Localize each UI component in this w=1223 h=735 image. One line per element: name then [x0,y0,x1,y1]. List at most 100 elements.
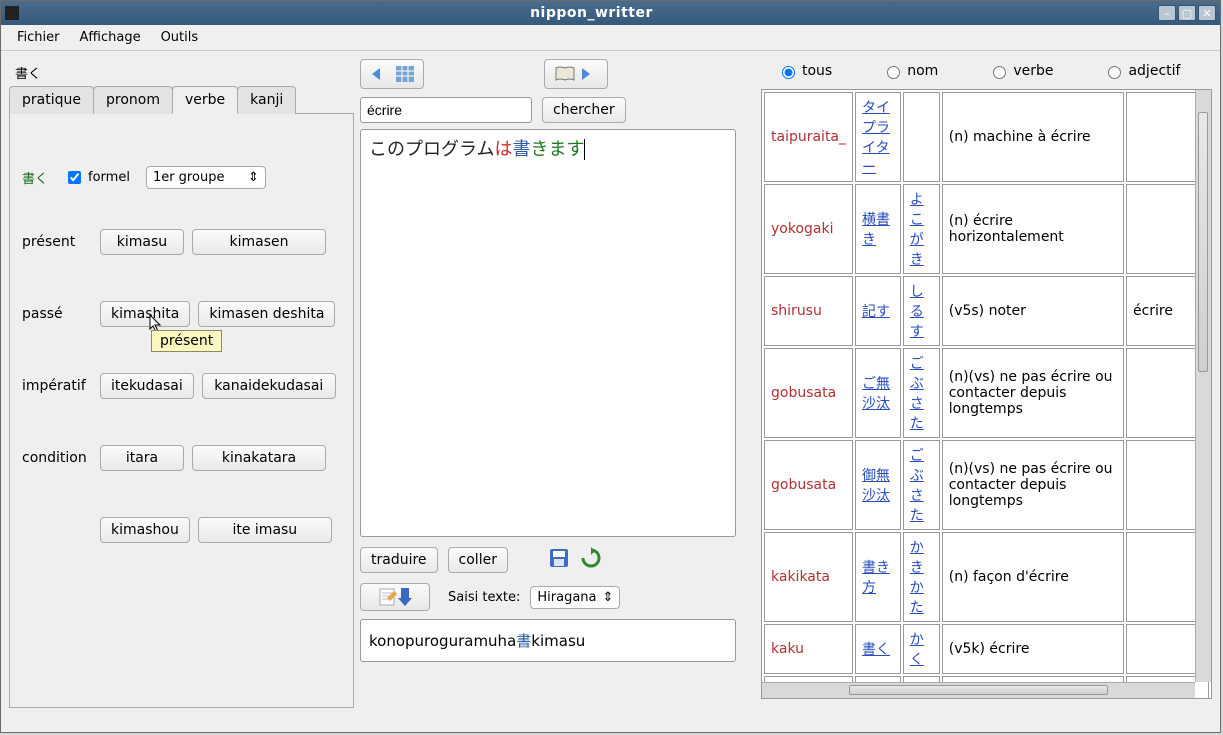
dict-def: (n) façon d'écrire [942,532,1124,622]
tab-kanji[interactable]: kanji [237,86,296,114]
app-icon [5,6,19,20]
input-mode-value: Hiragana [537,590,596,605]
nav-prev-button[interactable] [360,59,424,89]
imperative-label: impératif [22,378,92,394]
dict-kana-link[interactable]: ごぶさた [910,356,924,432]
extra-neg-button[interactable]: ite imasu [198,517,332,543]
condition-neg-button[interactable]: kinakatara [192,445,326,471]
dict-romaji: shirusu [764,276,853,346]
dictionary-table: taipuraita_タイプライター(n) machine à écrireyo… [762,90,1211,699]
dict-kanji-link[interactable]: 記す [862,304,890,320]
editor-frag-1: このプログラム [369,139,494,160]
minimize-button[interactable]: – [1158,5,1176,21]
dict-row: taipuraita_ タイプライター (n) machine à écrire [764,92,1209,182]
dict-def: (v5s) noter [942,276,1124,346]
maximize-button[interactable]: ▢ [1178,5,1196,21]
translate-button[interactable]: traduire [360,547,438,573]
romaji-pre: konopuroguramuha [369,632,516,650]
filter-all[interactable]: tous [777,63,832,79]
dict-def: (n) machine à écrire [942,92,1124,182]
window-title: nippon_writter [25,5,1158,21]
dict-kana-link[interactable]: ごぶさた [910,448,924,524]
editor-frag-4: き [530,139,548,160]
vertical-scrollbar[interactable] [1195,90,1211,682]
menu-tools[interactable]: Outils [153,27,207,48]
condition-pos-button[interactable]: itara [100,445,184,471]
past-neg-button[interactable]: kimasen deshita [198,301,335,327]
past-label: passé [22,306,92,322]
arrow-down-icon [398,586,412,608]
verb-jp: 書く [22,168,48,187]
dict-kanji-link[interactable]: 書き方 [862,560,890,596]
formal-checkbox[interactable] [68,171,81,184]
present-label: présent [22,234,92,250]
save-icon[interactable] [548,547,570,573]
menu-file[interactable]: Fichier [9,27,68,48]
present-neg-button[interactable]: kimasen [192,229,326,255]
dict-def: (n)(vs) ne pas écrire ou contacter depui… [942,348,1124,438]
dict-romaji: kaku [764,624,853,674]
dict-kana-link[interactable]: しるす [910,284,924,340]
romaji-post: kimasu [531,632,585,650]
filter-verb[interactable]: verbe [988,63,1053,79]
dict-row: kakikata書き方かきかた(n) façon d'écrire [764,532,1209,622]
formal-label: formel [88,170,130,185]
tab-verbe[interactable]: verbe [172,86,238,114]
dict-kanji-link[interactable]: 御無沙汰 [862,468,890,504]
filter-adj[interactable]: adjectif [1103,63,1180,79]
dict-kana-link[interactable]: かく [910,632,924,668]
refresh-icon[interactable] [580,547,602,573]
dict-kana-link[interactable]: かきかた [910,540,924,616]
dict-row: gobusata ご無沙汰 ごぶさた (n)(vs) ne pas écrire ou… [764,348,1209,438]
dict-kanji-link[interactable]: ご無沙汰 [862,376,890,412]
dict-def: (n)(vs) ne pas écrire ou contacter depui… [942,440,1124,530]
input-mode-label: Saisi texte: [448,590,520,605]
present-pos-button[interactable]: kimasu [100,229,184,255]
chevron-updown-icon: ⇕ [602,590,613,605]
menu-view[interactable]: Affichage [72,27,149,48]
dict-romaji: gobusata [764,348,853,438]
editor-frag-3: 書 [512,139,530,160]
paste-button[interactable]: coller [448,547,508,573]
tooltip: présent [151,330,222,352]
group-select-value: 1er groupe [153,170,225,185]
dict-row: yokogaki横書きよこがき(n) écrire horizontalemen… [764,184,1209,274]
notepad-icon [378,587,398,607]
close-button[interactable]: ✕ [1198,5,1216,21]
arrow-left-icon [370,66,394,82]
editor-frag-5: ます [548,139,585,160]
tab-pronom[interactable]: pronom [93,86,173,114]
nav-next-button[interactable] [544,59,608,89]
search-button[interactable]: chercher [542,97,626,123]
dict-kanji-link[interactable]: 横書き [862,212,890,248]
imperative-neg-button[interactable]: kanaidekudasai [202,373,336,399]
editor-textarea[interactable]: このプログラムは書きます [360,129,736,537]
dict-row: gobusata御無沙汰ごぶさた(n)(vs) ne pas écrire ou… [764,440,1209,530]
filter-noun[interactable]: nom [882,63,938,79]
dict-kana-link[interactable]: よこがき [910,192,924,268]
dictionary-pane: taipuraita_タイプライター(n) machine à écrireyo… [761,89,1212,699]
dict-def: (n) écrire horizontalement [942,184,1124,274]
romaji-output: konopuroguramuha書kimasu [360,619,736,662]
dict-kanji-link[interactable]: タイプライター [862,100,890,176]
horizontal-scrollbar[interactable] [762,682,1195,698]
edit-mode-button[interactable] [360,583,430,611]
group-select[interactable]: 1er groupe ⇕ [146,166,266,189]
imperative-pos-button[interactable]: itekudasai [100,373,194,399]
dict-row: shirusu記すしるす(v5s) noterécrire [764,276,1209,346]
dict-kanji-link[interactable]: 書く [862,642,890,658]
tab-pratique[interactable]: pratique [9,86,94,114]
verb-panel: 書く formel 1er groupe ⇕ présent kimasu ki… [9,113,354,708]
grid-icon [396,66,414,82]
menubar: Fichier Affichage Outils [1,25,1220,51]
search-input[interactable] [360,97,532,123]
dict-romaji: taipuraita_ [764,92,853,182]
arrow-right-icon [578,66,598,82]
extra-pos-button[interactable]: kimashou [100,517,190,543]
book-icon [554,65,576,83]
current-verb-jp-top: 書く [9,59,354,86]
input-mode-select[interactable]: Hiragana ⇕ [530,586,620,609]
dict-def: (v5k) écrire [942,624,1124,674]
past-pos-button[interactable]: kimashita [100,301,190,327]
condition-label: condition [22,450,92,466]
